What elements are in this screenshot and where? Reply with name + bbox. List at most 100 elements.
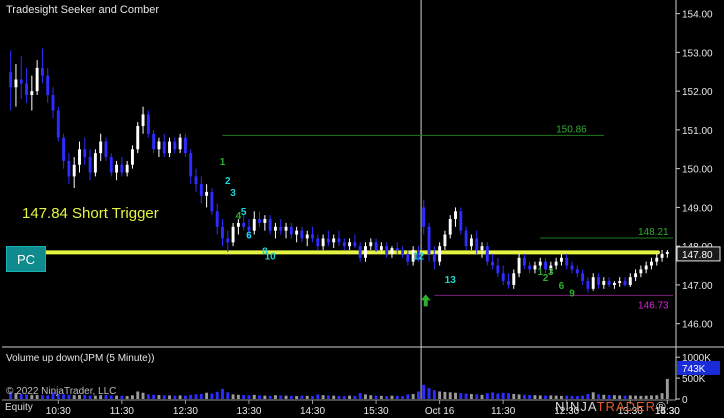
candle-body bbox=[51, 95, 55, 111]
candle-body bbox=[448, 219, 452, 235]
time-tick-label: 14:30 bbox=[300, 406, 325, 417]
candle-body bbox=[379, 246, 383, 251]
volume-bar bbox=[475, 394, 479, 399]
candle-body bbox=[226, 238, 230, 243]
candle-body bbox=[581, 273, 585, 282]
candle-body bbox=[385, 246, 389, 254]
candle-body bbox=[491, 261, 495, 266]
price-tick-label: 151.00 bbox=[682, 126, 713, 137]
volume-bar bbox=[130, 395, 134, 399]
setup-count-label: 9 bbox=[569, 289, 575, 300]
candle-body bbox=[88, 157, 92, 173]
candle-body bbox=[501, 273, 505, 282]
setup-count-labels: 1234 56810 121312369 bbox=[220, 157, 575, 307]
candle-body bbox=[295, 230, 299, 235]
candle-body bbox=[136, 126, 140, 150]
candle-body bbox=[215, 211, 219, 227]
candle-body bbox=[602, 281, 606, 285]
candle-body bbox=[332, 238, 336, 243]
volume-bar bbox=[501, 392, 505, 399]
candle-body bbox=[454, 211, 457, 220]
volume-bar bbox=[273, 395, 277, 399]
volume-bar bbox=[136, 391, 140, 399]
volume-bar bbox=[438, 391, 442, 399]
candle-body bbox=[517, 257, 521, 274]
candle-body bbox=[353, 242, 357, 247]
candle-body bbox=[289, 226, 293, 235]
candle-body bbox=[258, 219, 262, 223]
volume-bar bbox=[205, 392, 209, 399]
candle-body bbox=[316, 238, 320, 247]
volume-bar bbox=[469, 393, 473, 399]
volume-tick-label: 500K bbox=[682, 374, 706, 385]
volume-bar bbox=[549, 395, 553, 399]
candle-body bbox=[141, 114, 145, 127]
volume-bar bbox=[348, 395, 352, 399]
candle-body bbox=[348, 242, 352, 247]
volume-bar bbox=[247, 395, 251, 399]
short-trigger-label: 147.84 Short Trigger bbox=[22, 205, 159, 222]
volume-bar bbox=[422, 384, 426, 399]
pc-button[interactable]: PC bbox=[6, 246, 46, 272]
candle-body bbox=[326, 238, 330, 243]
candle-body bbox=[178, 137, 182, 150]
volume-bar bbox=[226, 392, 230, 399]
candle-body bbox=[374, 242, 378, 251]
candle-body bbox=[19, 79, 23, 84]
candle-body bbox=[480, 246, 484, 251]
volume-bar bbox=[168, 395, 171, 399]
volume-bar bbox=[258, 395, 262, 399]
candle-body bbox=[194, 176, 198, 185]
setup-count-label: 3 bbox=[230, 188, 236, 199]
volume-bar bbox=[284, 395, 288, 399]
volume-bar bbox=[395, 395, 399, 399]
candle-body bbox=[273, 226, 277, 231]
candle-body bbox=[337, 238, 341, 243]
copyright-text: © 2022 NinjaTrader, LLC bbox=[6, 386, 117, 397]
volume-bar bbox=[210, 393, 214, 399]
candle-body bbox=[236, 222, 240, 227]
volume-bar bbox=[194, 394, 198, 399]
candle-body bbox=[432, 253, 436, 262]
candle-body bbox=[279, 226, 283, 231]
price-axis-labels[interactable]: 154.00153.00152.00151.00150.00149.00148.… bbox=[676, 10, 713, 331]
candle-body bbox=[115, 164, 119, 173]
candle-body bbox=[628, 277, 632, 285]
candle-body bbox=[390, 248, 394, 254]
current-price-label: 147.80 bbox=[682, 250, 713, 261]
price-tick-label: 147.00 bbox=[682, 281, 713, 292]
volume-bar bbox=[353, 395, 357, 399]
time-tick-label: 15:30 bbox=[364, 406, 389, 417]
candle-body bbox=[565, 257, 569, 266]
equity-label: Equity bbox=[5, 402, 33, 413]
volume-bar bbox=[252, 394, 256, 399]
setup-count-label: 2 bbox=[225, 176, 231, 187]
volume-bar bbox=[464, 393, 468, 399]
candle-body bbox=[644, 265, 648, 270]
logo-part1: NINJA bbox=[555, 399, 597, 414]
candle-body bbox=[607, 281, 611, 285]
volume-bar bbox=[321, 395, 325, 399]
candle-body bbox=[459, 211, 463, 231]
candle-body bbox=[321, 238, 325, 247]
volume-tick-label: 0 bbox=[682, 395, 688, 406]
volume-bar bbox=[533, 395, 537, 399]
volume-bar bbox=[183, 395, 187, 399]
candle-body bbox=[364, 246, 367, 258]
candle-body bbox=[650, 261, 653, 266]
candle-body bbox=[168, 141, 171, 154]
volume-bar bbox=[242, 395, 246, 399]
candle-body bbox=[268, 219, 272, 231]
candle-body bbox=[284, 226, 288, 231]
volume-bar bbox=[369, 395, 373, 399]
candle-body bbox=[559, 257, 563, 262]
time-tick-label: 11:30 bbox=[491, 406, 516, 417]
candle-body bbox=[538, 261, 542, 266]
candle-body bbox=[205, 191, 209, 196]
candle-body bbox=[152, 133, 156, 150]
candle-body bbox=[496, 265, 500, 274]
volume-bar bbox=[326, 395, 330, 399]
volume-bar bbox=[152, 394, 156, 399]
volume-bar bbox=[178, 395, 182, 399]
volume-bar bbox=[544, 395, 548, 399]
